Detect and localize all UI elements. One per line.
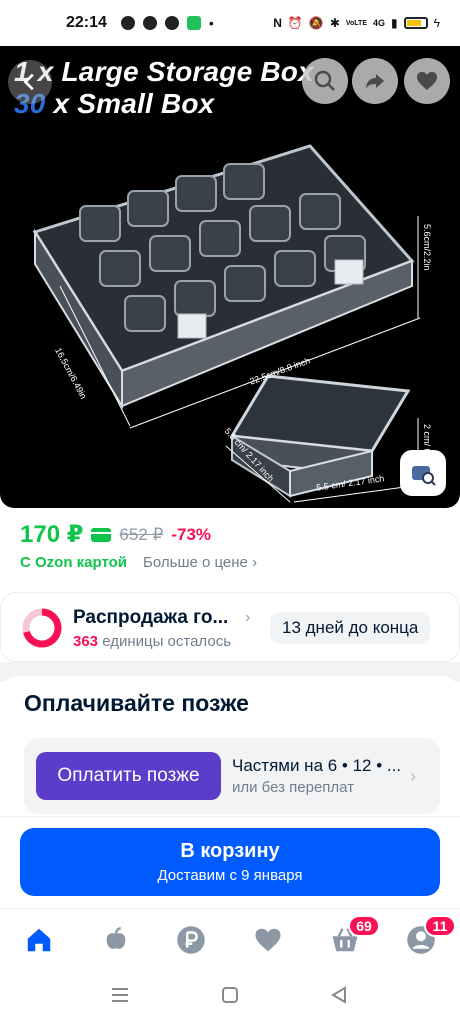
apple-icon (106, 927, 126, 949)
app-s-icon (164, 16, 179, 30)
home-icon (27, 928, 51, 952)
product-image-title-line1: 1 x Large Storage Box (14, 56, 314, 87)
status-bar: 22:14 • N ⏰ 🔕 ✱ VoLTE 4G ▮ ϟ (0, 0, 460, 46)
add-to-cart-label: В корзину (180, 840, 280, 862)
sale-progress-ring-icon (22, 608, 62, 648)
status-time: 22:14 (66, 14, 107, 31)
triangle-back-icon (331, 986, 346, 1004)
signal-bars-icon: ▮ (391, 16, 398, 30)
days-left-badge: 13 дней до конца (270, 612, 431, 644)
system-navigation-bar (0, 968, 460, 1024)
cart-count-badge: 69 (348, 915, 380, 937)
square-icon (222, 987, 238, 1003)
home-system-button[interactable] (221, 986, 239, 1009)
chevron-right-icon: › (252, 554, 258, 571)
menu-lines-icon (112, 988, 128, 1002)
dim-height-large: 5.6cm/2.2in (422, 224, 432, 271)
signal-icon: 4G (373, 18, 386, 28)
charging-icon: ϟ (433, 16, 440, 30)
share-button[interactable] (352, 58, 398, 104)
ozon-card-row: С Ozon картой Больше о цене › (20, 554, 257, 571)
arrow-left-icon (23, 73, 34, 91)
price-row: 170 ₽ 652 ₽ -73% (20, 520, 211, 549)
favorite-button[interactable] (404, 58, 450, 104)
whatsapp-icon (120, 16, 135, 30)
sale-units-left: 363 единицы осталось (73, 633, 231, 650)
app-green-icon (186, 16, 201, 30)
ruble-icon (177, 926, 205, 954)
old-price: 652 ₽ (119, 524, 164, 544)
notification-icons: • (120, 15, 214, 31)
sale-title: Распродажа го... (73, 607, 229, 628)
more-price-link[interactable]: Больше о цене › (143, 554, 257, 571)
system-status-icons: N ⏰ 🔕 ✱ VoLTE 4G ▮ ϟ (273, 16, 440, 30)
delivery-date: Доставим с 9 января (157, 867, 303, 884)
add-to-cart-button[interactable]: В корзину Доставим с 9 января (20, 828, 440, 896)
bluetooth-icon: ✱ (329, 16, 340, 30)
current-price: 170 ₽ (20, 521, 84, 548)
volte-icon: VoLTE (345, 19, 368, 27)
heart-icon (255, 928, 281, 952)
nav-profile[interactable]: 11 (404, 915, 456, 957)
more-price-label: Больше о цене (143, 554, 248, 571)
profile-count-badge: 11 (424, 915, 456, 937)
sale-count: 363 (73, 633, 99, 650)
visual-search-button[interactable] (400, 450, 446, 496)
alarm-icon: ⏰ (287, 16, 303, 30)
product-image-title-rest: x Small Box (45, 88, 215, 119)
nfc-icon: N (273, 16, 282, 30)
telegram-icon (142, 16, 157, 30)
chevron-right-icon: › (245, 609, 251, 626)
battery-icon (403, 17, 428, 29)
pay-later-button[interactable]: Оплатить позже (36, 752, 221, 800)
back-button[interactable] (8, 60, 52, 104)
nav-fresh[interactable] (99, 923, 133, 957)
ozon-card-label: С Ozon картой (20, 554, 128, 571)
chevron-right-icon: › (410, 766, 416, 786)
search-icon (314, 70, 335, 91)
installments-text: Частями на 6 • 12 • ... (232, 756, 402, 775)
pay-later-title: Оплачивайте позже (24, 690, 249, 716)
product-image-gallery[interactable]: 1 x Large Storage Box 30 x Small Box 5.6… (0, 46, 460, 508)
ozon-card-icon (91, 527, 112, 542)
sale-units-label: единицы осталось (98, 633, 232, 650)
discount-badge: -73% (171, 524, 212, 544)
nav-favorites[interactable] (251, 923, 285, 957)
search-button[interactable] (302, 58, 348, 104)
dot-indicator: • (208, 15, 214, 31)
nav-cart[interactable]: 69 (328, 915, 380, 957)
heart-icon (417, 72, 437, 90)
mute-icon: 🔕 (308, 16, 324, 30)
share-arrow-icon (366, 74, 384, 89)
camera-search-icon (412, 466, 436, 486)
nav-home[interactable] (22, 923, 56, 957)
nav-finance[interactable] (174, 923, 208, 957)
back-system-button[interactable] (330, 986, 348, 1009)
no-overpay-text: или без переплат (232, 779, 355, 796)
recents-button[interactable] (110, 986, 130, 1009)
bottom-navigation: 69 11 (0, 908, 460, 968)
